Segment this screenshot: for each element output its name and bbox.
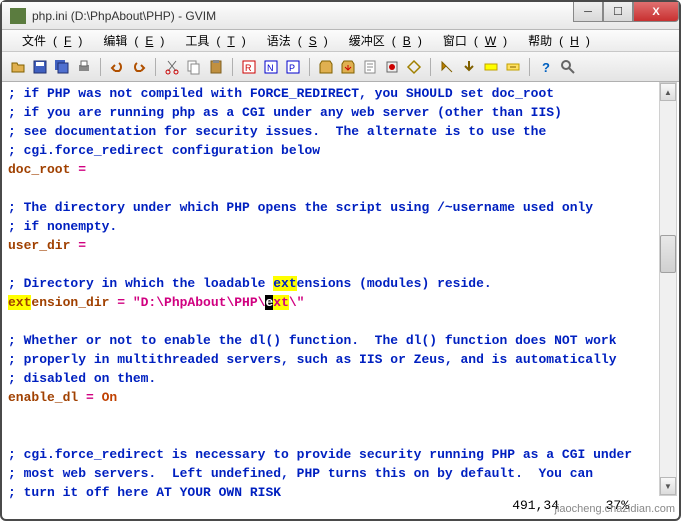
paste-icon[interactable] xyxy=(206,57,226,77)
find-help-icon[interactable] xyxy=(558,57,578,77)
print-icon[interactable] xyxy=(74,57,94,77)
toolbar: R N P ? xyxy=(2,52,679,82)
editor-line xyxy=(8,179,673,198)
tag-jump-icon[interactable] xyxy=(459,57,479,77)
scroll-up-button[interactable]: ▲ xyxy=(660,83,676,101)
separator xyxy=(155,58,156,76)
editor-line xyxy=(8,255,673,274)
menu-edit[interactable]: 编辑(E) xyxy=(89,30,171,51)
editor-line: ; see documentation for security issues.… xyxy=(8,122,673,141)
menu-bar: 文件(F) 编辑(E) 工具(T) 语法(S) 缓冲区(B) 窗口(W) 帮助(… xyxy=(2,30,679,52)
watermark: jiaocheng.chazidian.com xyxy=(555,503,675,515)
editor-line xyxy=(8,312,673,331)
editor-line: ; The directory under which PHP opens th… xyxy=(8,198,673,217)
editor-line: user_dir = xyxy=(8,236,673,255)
script-icon[interactable] xyxy=(360,57,380,77)
close-button[interactable]: X xyxy=(633,2,679,22)
tag-back-icon[interactable] xyxy=(503,57,523,77)
editor-line: ; if PHP was not compiled with FORCE_RED… xyxy=(8,84,673,103)
svg-text:R: R xyxy=(245,63,252,73)
cursor-position: 491,34 xyxy=(512,498,559,513)
separator xyxy=(100,58,101,76)
separator xyxy=(529,58,530,76)
window-title: php.ini (D:\PhpAbout\PHP) - GVIM xyxy=(32,9,216,23)
menu-syntax[interactable]: 语法(S) xyxy=(253,30,335,51)
make-icon[interactable] xyxy=(382,57,402,77)
app-icon xyxy=(10,8,26,24)
svg-text:?: ? xyxy=(542,60,550,75)
editor-line: ; properly in multithreaded servers, suc… xyxy=(8,350,673,369)
editor-line: enable_dl = On xyxy=(8,388,673,407)
editor-line: ; Directory in which the loadable extens… xyxy=(8,274,673,293)
menu-buffers[interactable]: 缓冲区(B) xyxy=(335,30,429,51)
editor-line: ; disabled on them. xyxy=(8,369,673,388)
minimize-button[interactable]: ─ xyxy=(573,2,603,22)
cut-icon[interactable] xyxy=(162,57,182,77)
menu-help[interactable]: 帮助(H) xyxy=(514,30,597,51)
hammer-icon[interactable] xyxy=(437,57,457,77)
editor-line: extension_dir = "D:\PhpAbout\PHP\ext\" xyxy=(8,293,673,312)
separator xyxy=(232,58,233,76)
tags-icon[interactable] xyxy=(404,57,424,77)
editor-line: ; Whether or not to enable the dl() func… xyxy=(8,331,673,350)
editor-line xyxy=(8,426,673,445)
editor-area[interactable]: ; if PHP was not compiled with FORCE_RED… xyxy=(2,82,679,502)
maximize-button[interactable]: ☐ xyxy=(603,2,633,22)
separator xyxy=(309,58,310,76)
replace-icon[interactable]: R xyxy=(239,57,259,77)
undo-icon[interactable] xyxy=(107,57,127,77)
copy-icon[interactable] xyxy=(184,57,204,77)
editor-line: ; if nonempty. xyxy=(8,217,673,236)
menu-file[interactable]: 文件(F) xyxy=(8,30,89,51)
menu-tools[interactable]: 工具(T) xyxy=(171,30,252,51)
save-icon[interactable] xyxy=(30,57,50,77)
svg-text:N: N xyxy=(267,63,274,73)
menu-window[interactable]: 窗口(W) xyxy=(429,30,514,51)
editor-line: ; if you are running php as a CGI under … xyxy=(8,103,673,122)
separator xyxy=(430,58,431,76)
saveall-icon[interactable] xyxy=(52,57,72,77)
findprev-icon[interactable]: P xyxy=(283,57,303,77)
editor-line: ; turn it off here AT YOUR OWN RISK xyxy=(8,483,673,502)
redo-icon[interactable] xyxy=(129,57,149,77)
session-icon[interactable] xyxy=(316,57,336,77)
title-bar: php.ini (D:\PhpAbout\PHP) - GVIM ─ ☐ X xyxy=(2,2,679,30)
help-icon[interactable]: ? xyxy=(536,57,556,77)
editor-line xyxy=(8,407,673,426)
svg-text:P: P xyxy=(289,63,295,73)
scrollbar-vertical[interactable]: ▲ ▼ xyxy=(659,82,677,496)
editor-line: ; cgi.force_redirect is necessary to pro… xyxy=(8,445,673,464)
scroll-thumb[interactable] xyxy=(660,235,676,273)
window-controls: ─ ☐ X xyxy=(573,2,679,22)
editor-line: doc_root = xyxy=(8,160,673,179)
open-icon[interactable] xyxy=(8,57,28,77)
scroll-down-button[interactable]: ▼ xyxy=(660,477,676,495)
save-session-icon[interactable] xyxy=(338,57,358,77)
findnext-icon[interactable]: N xyxy=(261,57,281,77)
hl-icon[interactable] xyxy=(481,57,501,77)
editor-line: ; cgi.force_redirect configuration below xyxy=(8,141,673,160)
editor-line: ; most web servers. Left undefined, PHP … xyxy=(8,464,673,483)
